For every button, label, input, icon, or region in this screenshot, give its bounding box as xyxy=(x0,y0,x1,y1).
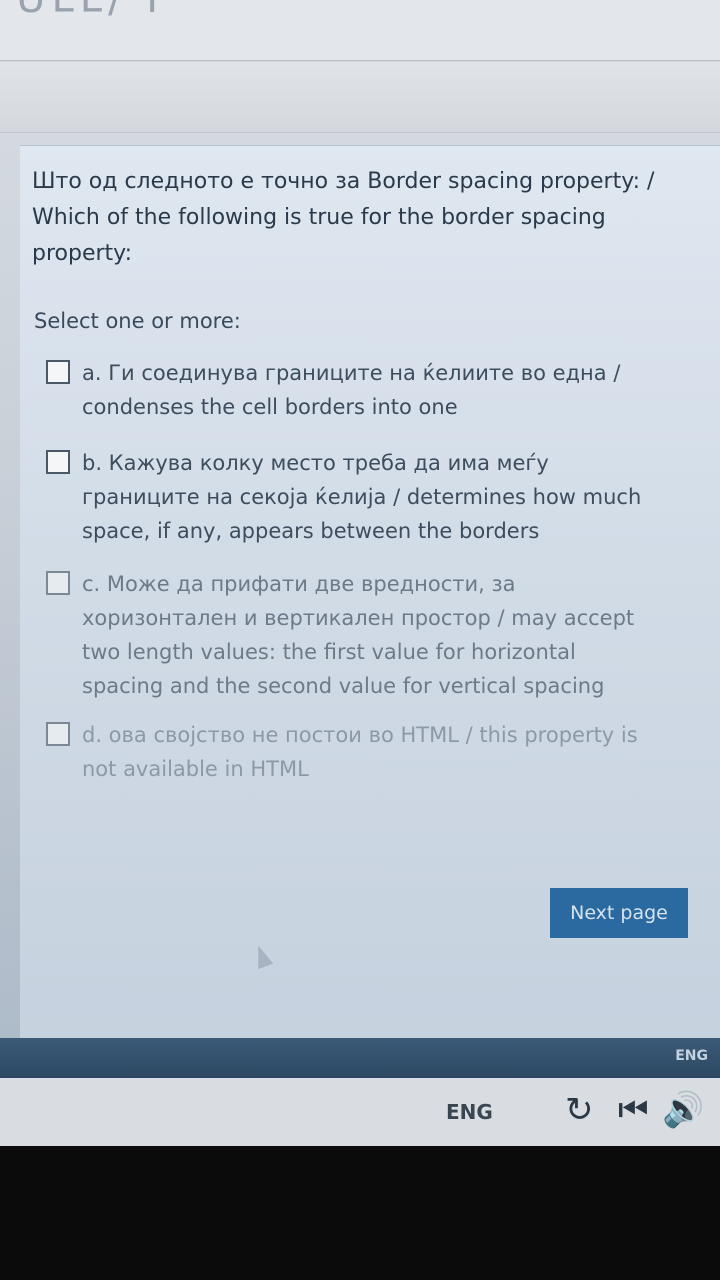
header-band xyxy=(0,62,720,133)
option-d-checkbox[interactable] xyxy=(46,722,70,746)
question-line-3: property: xyxy=(32,241,132,266)
header-title: ᐧUᒪᒪ/ Ⅰ xyxy=(0,0,164,22)
option-b-checkbox[interactable] xyxy=(46,450,70,474)
language-indicator[interactable]: ENG xyxy=(446,1100,493,1124)
bottom-toolbar: ENG ↻ ⏮ 🔊 xyxy=(0,1078,720,1146)
speaker-icon[interactable]: 🔊 xyxy=(662,1090,704,1130)
option-a-checkbox[interactable] xyxy=(46,360,70,384)
taskbar: ENG xyxy=(0,1038,720,1078)
question-text: Што од следното е точно за Border spacin… xyxy=(32,164,672,272)
option-c-checkbox[interactable] xyxy=(46,571,70,595)
option-b-label[interactable]: b. Кажува колку место треба да има меѓу … xyxy=(82,446,662,548)
refresh-icon[interactable]: ↻ xyxy=(565,1090,594,1130)
question-card: Што од следното е точно за Border spacin… xyxy=(20,145,720,1051)
option-d-label[interactable]: d. ова својство не постои во HTML / this… xyxy=(82,718,662,786)
top-header: ᐧUᒪᒪ/ Ⅰ xyxy=(0,0,720,61)
question-line-2: Which of the following is true for the b… xyxy=(32,205,606,230)
next-page-button[interactable]: Next page xyxy=(550,888,688,938)
taskbar-language[interactable]: ENG xyxy=(675,1048,708,1064)
screen: ᐧUᒪᒪ/ Ⅰ Што од следното е точно за Borde… xyxy=(0,0,720,1150)
select-instruction: Select one or more: xyxy=(34,309,241,333)
option-c-label[interactable]: c. Може да прифати две вредности, за хор… xyxy=(82,567,662,703)
skip-back-icon[interactable]: ⏮ xyxy=(618,1090,649,1130)
question-line-1: Што од следното е точно за Border spacin… xyxy=(32,169,655,194)
phone-bezel xyxy=(0,1146,720,1280)
option-a-label[interactable]: a. Ги соединува границите на ќелиите во … xyxy=(82,356,662,424)
